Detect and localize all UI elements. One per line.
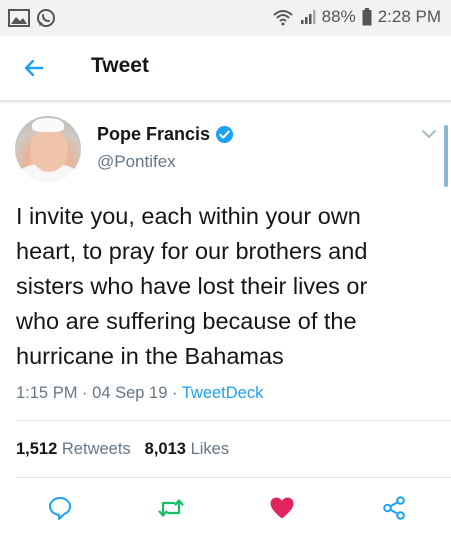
- retweet-count: 1,512: [16, 440, 58, 458]
- reply-button[interactable]: [46, 494, 74, 522]
- chevron-down-icon: [422, 130, 436, 138]
- reply-icon: [49, 497, 71, 520]
- tweet-action-bar: [0, 488, 451, 528]
- whatsapp-icon: [37, 9, 55, 27]
- battery-icon: [362, 8, 372, 26]
- author-name-row[interactable]: Pope Francis: [97, 124, 234, 145]
- clock: 2:28 PM: [377, 7, 441, 26]
- tweet-source-link[interactable]: TweetDeck: [182, 384, 264, 402]
- likes-label: Likes: [190, 440, 230, 458]
- tweet-menu-button[interactable]: [418, 123, 440, 145]
- avatar[interactable]: [15, 116, 81, 182]
- battery-percent: 88%: [321, 7, 356, 26]
- tweet-stats: 1,512 Retweets 8,013 Likes: [16, 440, 229, 459]
- heart-icon: [270, 497, 294, 519]
- tweet-date: 04 Sep 19: [92, 384, 168, 402]
- status-bar: 88% 2:28 PM: [0, 0, 451, 36]
- gallery-icon: [8, 9, 30, 27]
- meta-separator: ·: [171, 384, 182, 402]
- wifi-icon: [272, 10, 293, 26]
- meta-separator: ·: [82, 384, 93, 402]
- notification-icons: [8, 8, 56, 28]
- signal-icon: [300, 10, 316, 24]
- retweets-label: Retweets: [61, 440, 131, 458]
- share-button[interactable]: [380, 494, 408, 522]
- back-button[interactable]: [16, 50, 52, 86]
- tweet-text: I invite you, each within your own heart…: [16, 203, 368, 369]
- tweet-meta: 1:15 PM · 04 Sep 19 · TweetDeck: [16, 384, 263, 403]
- retweet-button[interactable]: [157, 494, 185, 522]
- scrollbar[interactable]: [444, 125, 448, 187]
- share-icon: [383, 496, 405, 520]
- arrow-left-icon: [24, 59, 44, 77]
- retweet-icon: [158, 499, 184, 517]
- retweets-stat[interactable]: 1,512 Retweets: [16, 440, 131, 459]
- system-indicators: 88% 2:28 PM: [272, 7, 441, 27]
- divider: [16, 477, 451, 478]
- author-name[interactable]: Pope Francis: [97, 124, 210, 145]
- likes-stat[interactable]: 8,013 Likes: [145, 440, 229, 459]
- like-count: 8,013: [144, 440, 186, 458]
- app-bar: Tweet: [0, 36, 451, 102]
- divider: [16, 420, 451, 421]
- tweet-time: 1:15 PM: [16, 384, 78, 402]
- verified-badge-icon: [215, 125, 234, 144]
- author-handle[interactable]: @Pontifex: [97, 152, 176, 172]
- like-button[interactable]: [268, 494, 296, 522]
- page-title: Tweet: [91, 54, 149, 77]
